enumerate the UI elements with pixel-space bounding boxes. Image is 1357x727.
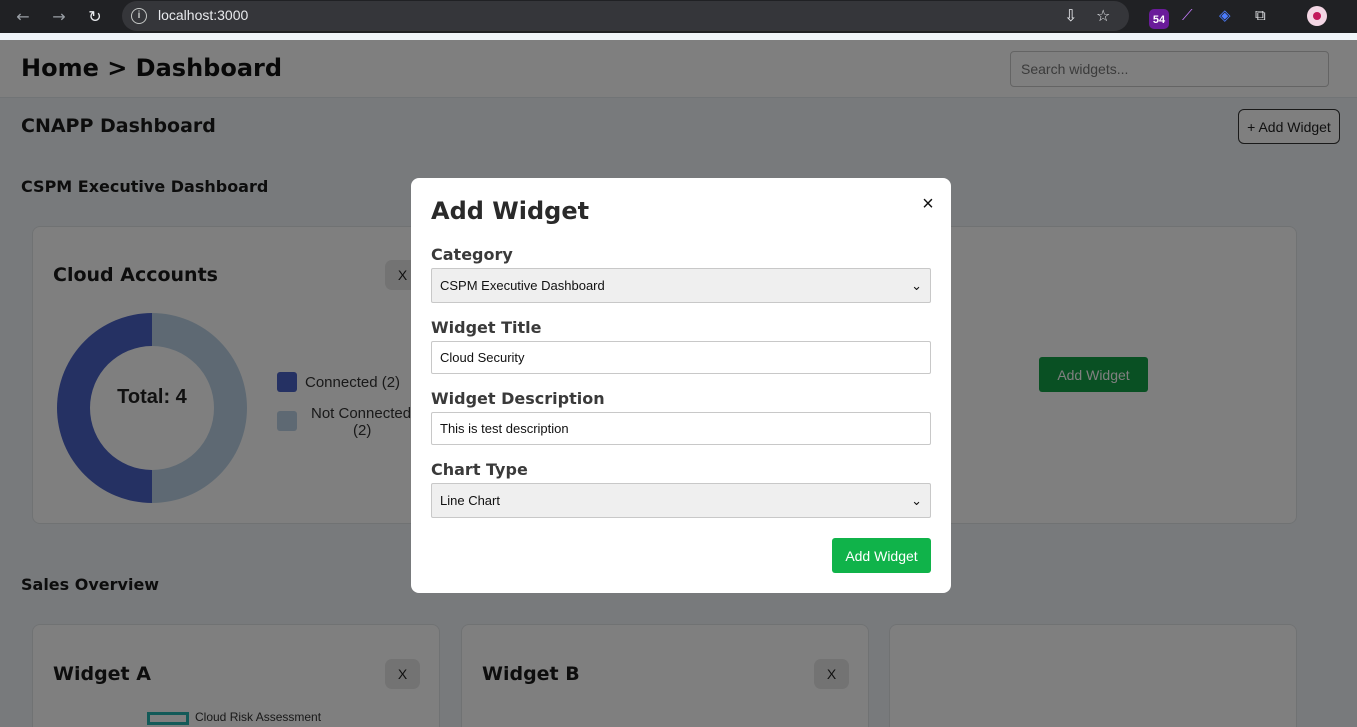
chart-type-select-value: Line Chart: [440, 493, 500, 508]
category-label: Category: [431, 245, 513, 264]
reload-icon[interactable]: ↻: [85, 7, 105, 27]
add-widget-submit-button[interactable]: Add Widget: [832, 538, 931, 573]
back-arrow-icon[interactable]: ←: [13, 7, 33, 27]
url-text[interactable]: localhost:3000: [158, 7, 248, 23]
widget-title-input[interactable]: [431, 341, 931, 374]
extension-badge-icon[interactable]: 54: [1149, 9, 1169, 29]
donut-total-label: Total: 4: [117, 386, 187, 408]
browser-toolbar: ← → ↻ i localhost:3000 ⇩ ☆ 54 ⟋ ◈ ⧉: [0, 0, 1357, 33]
bookmark-star-icon[interactable]: ☆: [1096, 6, 1110, 25]
category-select-value: CSPM Executive Dashboard: [440, 278, 605, 293]
modal-title: Add Widget: [431, 197, 590, 225]
feather-extension-icon[interactable]: ⟋: [1182, 6, 1193, 24]
profile-avatar[interactable]: [1307, 6, 1327, 26]
site-info-icon[interactable]: i: [131, 8, 147, 24]
translate-extension-icon[interactable]: ◈: [1219, 6, 1231, 24]
extensions-puzzle-icon[interactable]: ⧉: [1255, 6, 1266, 24]
chevron-down-icon: ⌄: [911, 493, 922, 508]
widget-title-label: Widget Title: [431, 318, 542, 337]
add-widget-modal: Add Widget × Category CSPM Executive Das…: [411, 178, 951, 593]
chart-type-label: Chart Type: [431, 460, 528, 479]
widget-description-input[interactable]: [431, 412, 931, 445]
category-select[interactable]: CSPM Executive Dashboard ⌄: [431, 268, 931, 303]
install-app-icon[interactable]: ⇩: [1064, 6, 1077, 25]
address-bar[interactable]: i localhost:3000 ⇩ ☆: [122, 1, 1129, 31]
chevron-down-icon: ⌄: [911, 278, 922, 293]
close-icon[interactable]: ×: [916, 192, 940, 216]
forward-arrow-icon[interactable]: →: [49, 7, 69, 27]
widget-description-label: Widget Description: [431, 389, 605, 408]
chart-type-select[interactable]: Line Chart ⌄: [431, 483, 931, 518]
